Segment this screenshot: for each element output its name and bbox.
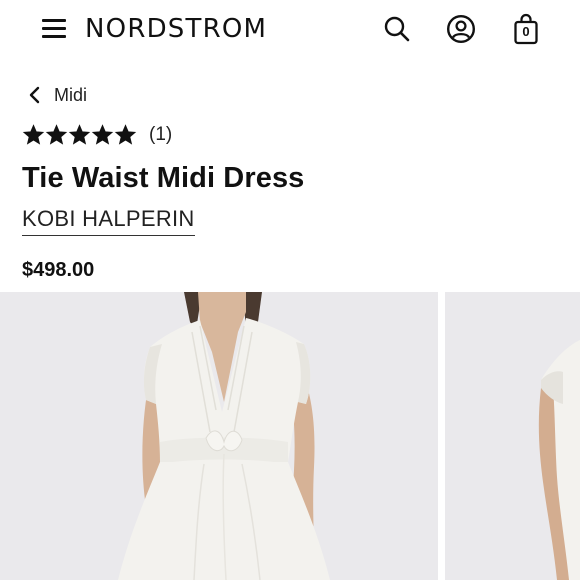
bag-count-badge: 0 <box>522 24 530 39</box>
nordstrom-logo[interactable]: NORDSTROM <box>85 14 267 44</box>
hamburger-menu-icon[interactable] <box>42 17 66 39</box>
star-icon <box>22 124 45 145</box>
review-count: (1) <box>149 124 173 145</box>
product-image-gallery[interactable] <box>0 292 580 580</box>
product-photo-front[interactable] <box>0 292 438 580</box>
breadcrumb-back-link[interactable]: Midi <box>28 82 87 108</box>
product-photo-side[interactable] <box>445 292 580 580</box>
star-rating <box>22 124 137 146</box>
product-title: Tie Waist Midi Dress <box>22 162 305 194</box>
account-icon[interactable] <box>445 12 477 46</box>
chevron-left-icon <box>28 85 46 105</box>
star-icon <box>91 124 114 145</box>
product-rating[interactable]: (1) <box>22 124 172 146</box>
product-price: $498.00 <box>22 259 95 281</box>
breadcrumb-label: Midi <box>54 84 88 105</box>
star-icon <box>114 124 137 145</box>
star-icon <box>68 124 91 145</box>
search-icon[interactable] <box>381 12 413 46</box>
brand-link[interactable]: KOBI HALPERIN <box>22 206 195 236</box>
star-icon <box>45 124 68 145</box>
shopping-bag-icon[interactable]: 0 <box>510 12 542 46</box>
site-header: NORDSTROM 0 <box>0 0 580 60</box>
